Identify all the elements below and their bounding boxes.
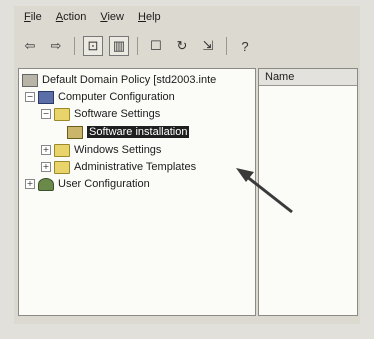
tree-item-user-configuration[interactable]: + User Configuration [25,176,150,192]
toolbar: ⇦ ⇨ ⊡ ▥ ☐ ↻ ⇲ ? [20,34,255,58]
export-list-icon[interactable]: ⇲ [198,36,218,56]
folder-icon [54,107,70,121]
toolbar-separator [226,37,227,55]
details-pane[interactable]: Name [258,68,358,316]
menu-bar: File Action View Help [24,11,161,29]
tree-label-admin-templates: Administrative Templates [74,161,197,173]
menu-help[interactable]: Help [138,11,161,29]
toolbar-separator [74,37,75,55]
tree-label-root: Default Domain Policy [std2003.inte [42,74,217,86]
collapse-icon[interactable]: − [25,92,35,102]
folder-icon [54,143,70,157]
properties-icon[interactable]: ☐ [146,36,166,56]
tree-item-windows-settings[interactable]: + Windows Settings [41,142,161,158]
tree-label-computer: Computer Configuration [58,91,175,103]
computer-icon [38,90,54,104]
tree-label-software-settings: Software Settings [74,108,161,120]
policy-icon [22,73,38,87]
book-page: File Action View Help ⇦ ⇨ ⊡ ▥ ☐ ↻ ⇲ ? De… [0,0,374,339]
forward-icon[interactable]: ⇨ [46,36,66,56]
folder-icon [54,160,70,174]
menu-file[interactable]: File [24,11,42,29]
up-folder-icon[interactable]: ⊡ [83,36,103,56]
expand-icon[interactable]: + [41,145,51,155]
collapse-icon[interactable]: − [41,109,51,119]
tree-pane[interactable]: Default Domain Policy [std2003.inte − Co… [18,68,256,316]
help-icon[interactable]: ? [235,36,255,56]
toolbar-separator [137,37,138,55]
tree-label-software-installation: Software installation [87,126,190,138]
column-header-name[interactable]: Name [259,69,357,86]
menu-view[interactable]: View [100,11,124,29]
tree-item-administrative-templates[interactable]: + Administrative Templates [41,159,196,175]
tree-item-computer-configuration[interactable]: − Computer Configuration [25,89,175,105]
expand-icon[interactable]: + [25,179,35,189]
mmc-window: File Action View Help ⇦ ⇨ ⊡ ▥ ☐ ↻ ⇲ ? De… [14,6,360,324]
back-icon[interactable]: ⇦ [20,36,40,56]
tree-item-root[interactable]: Default Domain Policy [std2003.inte [22,72,216,88]
tree-label-windows-settings: Windows Settings [74,144,162,156]
tree-label-user: User Configuration [58,178,150,190]
menu-action[interactable]: Action [56,11,87,29]
expand-icon[interactable]: + [41,162,51,172]
show-hide-tree-icon[interactable]: ▥ [109,36,129,56]
tree-item-software-settings[interactable]: − Software Settings [41,106,160,122]
tree-item-software-installation[interactable]: Software installation [67,124,190,140]
refresh-icon[interactable]: ↻ [172,36,192,56]
user-icon [38,177,54,191]
software-package-icon [67,125,83,139]
